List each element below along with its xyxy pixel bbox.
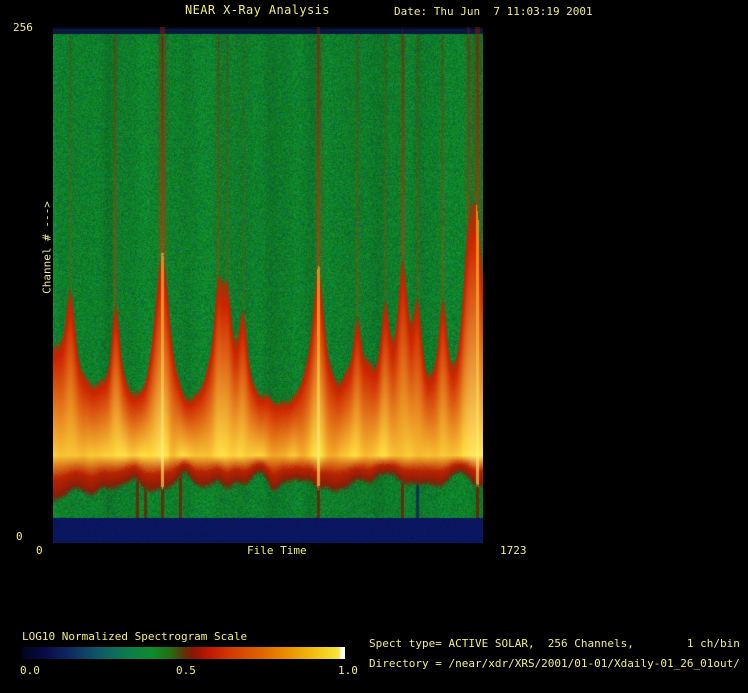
near-xray-analysis-window: { "colors": { "background": "#000000", "… <box>0 0 748 693</box>
directory-info: Directory = /near/xdr/XRS/2001/01-01/Xda… <box>369 657 740 670</box>
x-axis-max-label: 1723 <box>500 544 527 557</box>
colorbar-tick-min: 0.0 <box>20 664 40 677</box>
colorbar-title: LOG10 Normalized Spectrogram Scale <box>22 630 248 643</box>
y-axis-max-label: 256 <box>13 21 33 34</box>
colorbar-tick-max: 1.0 <box>338 664 358 677</box>
y-axis-min-label: 0 <box>16 530 23 543</box>
y-axis-title: Channel # ---> <box>40 201 54 294</box>
spectrogram-canvas <box>53 27 483 543</box>
colorbar-tick-mid: 0.5 <box>176 664 196 677</box>
header-date: Date: Thu Jun 7 11:03:19 2001 <box>394 5 593 18</box>
page-title: NEAR X-Ray Analysis <box>185 3 330 17</box>
x-axis-title: File Time <box>247 544 307 557</box>
colorbar-gradient <box>22 647 345 659</box>
spect-type-info: Spect type= ACTIVE SOLAR, 256 Channels, … <box>369 637 740 650</box>
x-axis-min-label: 0 <box>36 544 43 557</box>
